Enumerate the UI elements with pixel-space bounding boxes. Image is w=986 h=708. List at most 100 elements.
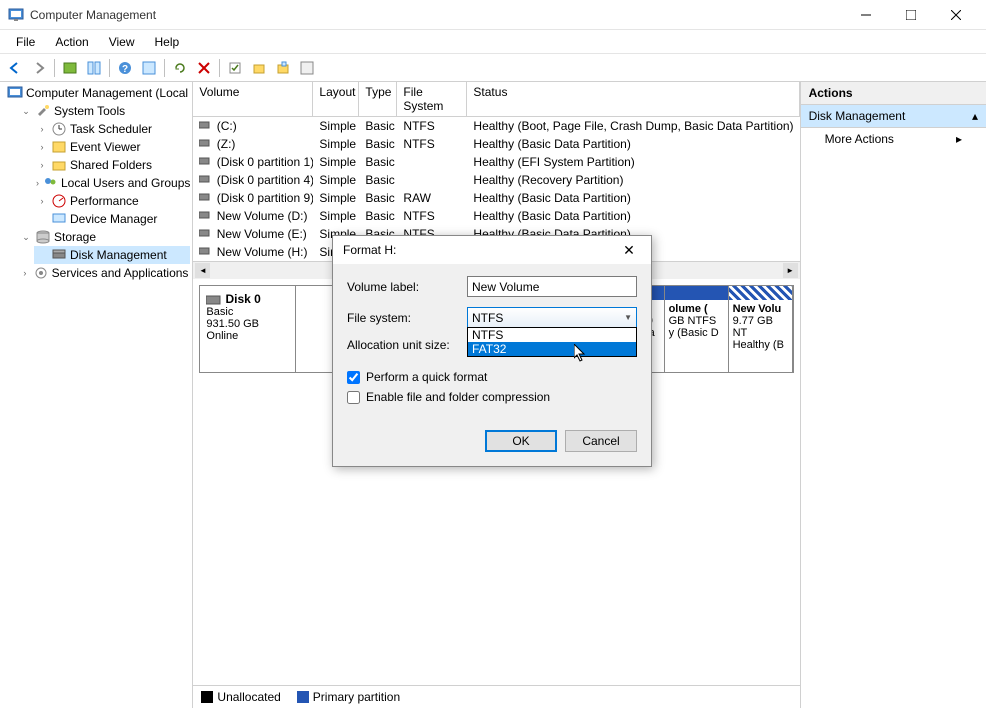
fs-option-ntfs[interactable]: NTFS — [468, 328, 636, 342]
disk-info[interactable]: Disk 0 Basic 931.50 GB Online — [200, 286, 296, 372]
toolbar: ? — [0, 54, 986, 82]
volume-row[interactable]: (Disk 0 partition 9)SimpleBasicRAWHealth… — [193, 189, 799, 207]
expand-icon[interactable]: › — [36, 141, 48, 153]
close-button[interactable] — [933, 0, 978, 29]
volume-icon — [199, 191, 213, 205]
col-type[interactable]: Type — [359, 82, 397, 116]
back-button[interactable] — [4, 57, 26, 79]
ok-button[interactable]: OK — [485, 430, 557, 452]
toolbar-icon-7[interactable] — [296, 57, 318, 79]
expand-icon[interactable]: › — [36, 159, 48, 171]
volume-icon — [199, 227, 213, 241]
maximize-button[interactable] — [888, 0, 933, 29]
minimize-button[interactable] — [843, 0, 888, 29]
tree-disk-management[interactable]: ›Disk Management — [34, 246, 190, 264]
volume-row[interactable]: New Volume (D:)SimpleBasicNTFSHealthy (B… — [193, 207, 799, 225]
toolbar-icon-4[interactable] — [224, 57, 246, 79]
actions-title: Actions — [801, 82, 986, 105]
scroll-right-icon[interactable]: ► — [783, 263, 798, 278]
tools-icon — [35, 103, 51, 119]
quick-format-checkbox[interactable]: Perform a quick format — [347, 370, 637, 384]
volume-icon — [199, 209, 213, 223]
toolbar-icon-2[interactable] — [83, 57, 105, 79]
toolbar-icon-3[interactable] — [138, 57, 160, 79]
menu-help[interactable]: Help — [145, 33, 190, 51]
dialog-close-button[interactable]: ✕ — [617, 238, 641, 262]
volume-row[interactable]: (Disk 0 partition 1)SimpleBasicHealthy (… — [193, 153, 799, 171]
dialog-title: Format H: — [343, 243, 617, 257]
legend-unallocated: Unallocated — [201, 690, 280, 704]
volume-label-input[interactable] — [467, 276, 637, 297]
more-actions[interactable]: More Actions ▸ — [801, 128, 986, 150]
disk-name: Disk 0 — [225, 292, 260, 306]
tree-system-tools[interactable]: ⌄ System Tools — [18, 102, 190, 120]
disk-size: 931.50 GB — [206, 318, 259, 330]
tree-panel: Computer Management (Local ⌄ System Tool… — [0, 82, 193, 708]
perf-icon — [51, 193, 67, 209]
col-layout[interactable]: Layout — [313, 82, 359, 116]
services-icon — [33, 265, 49, 281]
computer-icon — [7, 85, 23, 101]
scroll-left-icon[interactable]: ◄ — [195, 263, 210, 278]
filesystem-select[interactable]: NTFS ▼ NTFS FAT32 — [467, 307, 637, 328]
filesystem-label: File system: — [347, 311, 467, 325]
refresh-icon[interactable] — [169, 57, 191, 79]
tree-performance[interactable]: ›Performance — [34, 192, 190, 210]
actions-panel: Actions Disk Management ▴ More Actions ▸ — [801, 82, 986, 708]
expand-icon[interactable]: › — [36, 177, 39, 189]
tree-device-manager[interactable]: ›Device Manager — [34, 210, 190, 228]
expand-icon[interactable]: › — [36, 195, 48, 207]
expand-icon[interactable]: › — [36, 123, 48, 135]
disk-status: Online — [206, 330, 238, 342]
volume-row[interactable]: (C:)SimpleBasicNTFSHealthy (Boot, Page F… — [193, 117, 799, 135]
tree-storage[interactable]: ⌄ Storage — [18, 228, 190, 246]
expand-icon[interactable]: › — [20, 267, 30, 279]
storage-icon — [35, 229, 51, 245]
tree-users-groups[interactable]: ›Local Users and Groups — [34, 174, 190, 192]
collapse-icon[interactable]: ⌄ — [20, 105, 32, 117]
volume-row[interactable]: (Z:)SimpleBasicNTFSHealthy (Basic Data P… — [193, 135, 799, 153]
disk-partition[interactable]: New Volu9.77 GB NTHealthy (B — [729, 286, 793, 372]
window-title: Computer Management — [30, 8, 843, 22]
toolbar-icon-5[interactable] — [248, 57, 270, 79]
tree-task-scheduler[interactable]: ›Task Scheduler — [34, 120, 190, 138]
dialog-titlebar[interactable]: Format H: ✕ — [333, 236, 651, 264]
svg-text:?: ? — [122, 64, 128, 75]
volume-header: Volume Layout Type File System Status — [193, 82, 799, 117]
delete-icon[interactable] — [193, 57, 215, 79]
menu-action[interactable]: Action — [45, 33, 98, 51]
volume-icon — [199, 245, 213, 259]
chevron-down-icon: ▼ — [624, 313, 632, 322]
volume-row[interactable]: (Disk 0 partition 4)SimpleBasicHealthy (… — [193, 171, 799, 189]
tree-shared-folders[interactable]: ›Shared Folders — [34, 156, 190, 174]
collapse-icon[interactable]: ⌄ — [20, 231, 32, 243]
compression-checkbox[interactable]: Enable file and folder compression — [347, 390, 637, 404]
forward-button[interactable] — [28, 57, 50, 79]
tree-services[interactable]: › Services and Applications — [18, 264, 190, 282]
col-filesystem[interactable]: File System — [397, 82, 467, 116]
tree-event-viewer[interactable]: ›Event Viewer — [34, 138, 190, 156]
volume-icon — [199, 137, 213, 151]
col-status[interactable]: Status — [467, 82, 799, 116]
menu-view[interactable]: View — [99, 33, 145, 51]
actions-section[interactable]: Disk Management ▴ — [801, 105, 986, 128]
device-icon — [51, 211, 67, 227]
col-volume[interactable]: Volume — [193, 82, 313, 116]
help-icon[interactable]: ? — [114, 57, 136, 79]
fs-option-fat32[interactable]: FAT32 — [468, 342, 636, 356]
menu-file[interactable]: File — [6, 33, 45, 51]
format-dialog: Format H: ✕ Volume label: File system: N… — [332, 235, 652, 467]
tree-root[interactable]: Computer Management (Local — [2, 84, 190, 102]
chevron-right-icon: ▸ — [956, 132, 962, 146]
collapse-icon[interactable]: ▴ — [972, 109, 978, 123]
clock-icon — [51, 121, 67, 137]
titlebar: Computer Management — [0, 0, 986, 30]
toolbar-icon-6[interactable] — [272, 57, 294, 79]
cancel-button[interactable]: Cancel — [565, 430, 637, 452]
volume-icon — [199, 173, 213, 187]
app-icon — [8, 7, 24, 23]
toolbar-icon-1[interactable] — [59, 57, 81, 79]
disk-partition[interactable]: olume (GB NTFSy (Basic D — [665, 286, 729, 372]
volume-label-label: Volume label: — [347, 280, 467, 294]
legend-primary: Primary partition — [297, 690, 400, 704]
